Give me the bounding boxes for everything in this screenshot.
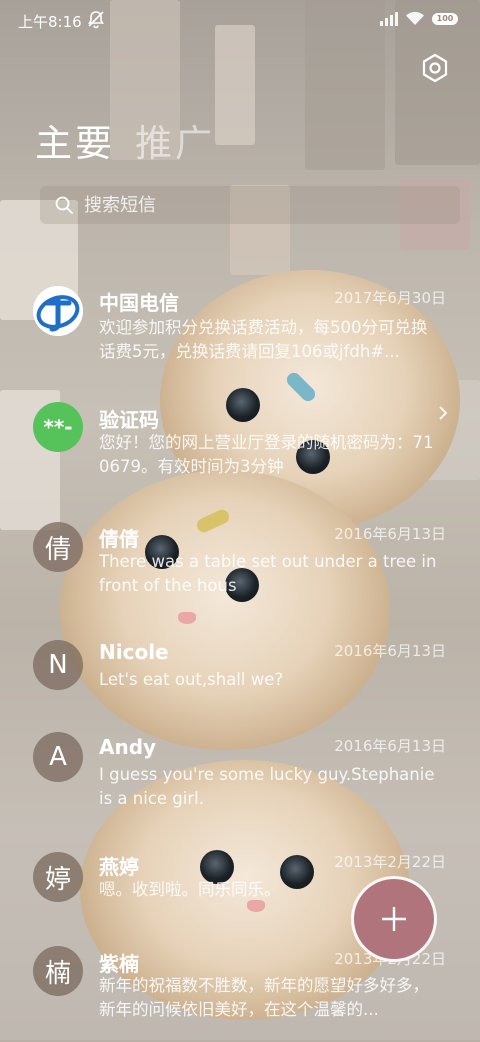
chevron-right-icon	[439, 406, 448, 420]
message-preview: 新年的祝福数不胜数，新年的愿望好多好多，新年的问候依旧美好，在这个温馨的...	[99, 976, 429, 1019]
wifi-icon	[406, 11, 424, 25]
contact-name: Nicole	[99, 640, 169, 664]
verification-code-avatar: **-	[33, 402, 83, 452]
message-date: 2016年6月13日	[334, 642, 446, 660]
contact-avatar: 倩	[33, 522, 83, 572]
status-time: 上午8:16	[18, 13, 82, 31]
message-preview: Let's eat out,shall we?	[99, 670, 284, 689]
conversation-item[interactable]: A Andy 2016年6月13日 I guess you're some lu…	[0, 726, 480, 836]
contact-name: 中国电信	[99, 291, 179, 315]
contact-avatar: A	[33, 732, 83, 782]
plus-icon	[382, 907, 406, 931]
contact-avatar: 婷	[33, 852, 83, 902]
settings-hexagon-icon[interactable]	[420, 53, 450, 83]
search-bar[interactable]	[40, 186, 460, 224]
message-preview: I guess you're some lucky guy.Stephanie …	[99, 765, 435, 808]
contact-name: 紫楠	[99, 952, 139, 976]
tab-promotions[interactable]: 推广	[135, 113, 215, 167]
message-preview: 您好！您的网上营业厅登录的随机密码为：710679。有效时间为3分钟	[99, 433, 434, 476]
conversation-item[interactable]: **- 验证码 您好！您的网上营业厅登录的随机密码为：710679。有效时间为3…	[0, 390, 480, 500]
signal-icon	[380, 11, 398, 26]
message-date: 2013年2月22日	[334, 853, 446, 871]
tab-primary[interactable]: 主要	[35, 113, 115, 167]
contact-avatar: 楠	[33, 946, 83, 996]
status-bar: 上午8:16 100	[0, 0, 480, 40]
search-icon	[55, 196, 73, 214]
contact-name: 验证码	[99, 408, 159, 432]
contact-name: 燕婷	[99, 855, 139, 879]
message-preview: 欢迎参加积分兑换话费活动，每500分可兑换话费5元，兑换话费请回复106或jfd…	[99, 318, 428, 361]
conversation-item[interactable]: 倩 倩倩 2016年6月13日 There was a table set ou…	[0, 508, 480, 618]
battery-level: 100	[436, 13, 454, 23]
search-input[interactable]	[82, 193, 460, 217]
message-date: 2017年6月30日	[334, 289, 446, 307]
china-telecom-logo-icon	[33, 286, 83, 336]
tab-bar: 主要 推广	[35, 113, 215, 167]
contact-avatar: N	[33, 640, 83, 690]
message-date: 2016年6月13日	[334, 525, 446, 543]
mute-icon	[88, 11, 104, 29]
contact-name: Andy	[99, 735, 157, 759]
battery-icon: 100	[432, 12, 458, 25]
new-message-button[interactable]	[351, 876, 437, 962]
conversation-item[interactable]: N Nicole 2016年6月13日 Let's eat out,shall …	[0, 630, 480, 740]
message-date: 2016年6月13日	[334, 737, 446, 755]
conversation-item[interactable]: 中国电信 2017年6月30日 欢迎参加积分兑换话费活动，每500分可兑换话费5…	[0, 272, 480, 382]
contact-name: 倩倩	[99, 527, 139, 551]
message-preview: There was a table set out under a tree i…	[99, 552, 437, 595]
